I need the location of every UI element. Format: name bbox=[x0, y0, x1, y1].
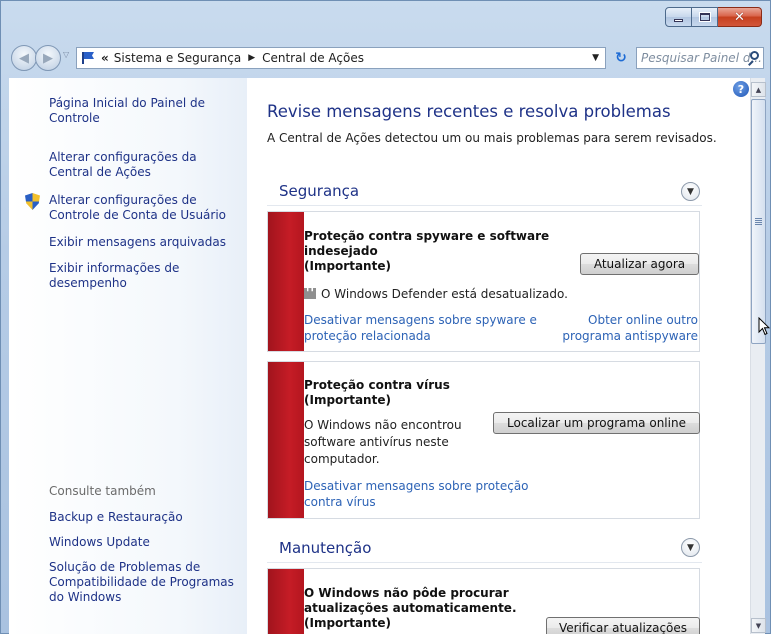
back-button[interactable]: ◀ bbox=[11, 45, 37, 71]
link-line[interactable]: Obter online outro bbox=[562, 312, 698, 328]
card-title-line: (Importante) bbox=[304, 259, 391, 273]
chevron-down-icon: ▼ bbox=[687, 542, 694, 553]
section-title-security: Segurança bbox=[279, 182, 360, 200]
scroll-down-icon[interactable]: ▼ bbox=[751, 618, 766, 633]
uac-shield-icon bbox=[25, 193, 40, 210]
link-line[interactable]: proteção relacionada bbox=[304, 328, 537, 344]
left-task-pane: Página Inicial do Painel de Controle Alt… bbox=[9, 78, 247, 634]
forward-arrow-icon: ▶ bbox=[43, 50, 53, 66]
maximize-icon bbox=[698, 12, 711, 22]
forward-button[interactable]: ▶ bbox=[35, 45, 61, 71]
main-pane: Revise mensagens recentes e resolva prob… bbox=[267, 78, 739, 634]
link-disable-virus-messages[interactable]: Desativar mensagens sobre proteção contr… bbox=[304, 478, 529, 510]
defender-status: O Windows Defender está desatualizado. bbox=[304, 286, 568, 303]
link-line[interactable]: contra vírus bbox=[304, 494, 529, 510]
link-view-performance-info[interactable]: Exibir informações de desempenho bbox=[49, 261, 239, 291]
link-line[interactable]: Desativar mensagens sobre spyware e bbox=[304, 312, 537, 328]
back-arrow-icon: ◀ bbox=[19, 50, 29, 66]
windows-defender-icon bbox=[304, 288, 316, 299]
content-area: Página Inicial do Painel de Controle Alt… bbox=[9, 78, 756, 634]
section-divider bbox=[267, 562, 702, 563]
page-subtitle: A Central de Ações detectou um ou mais p… bbox=[267, 131, 717, 145]
link-windows-update[interactable]: Windows Update bbox=[49, 535, 239, 550]
address-bar[interactable]: « Sistema e Segurança ▶ Central de Ações… bbox=[76, 47, 606, 69]
breadcrumb-overflow[interactable]: « bbox=[101, 51, 109, 65]
link-disable-spyware-messages[interactable]: Desativar mensagens sobre spyware e prot… bbox=[304, 312, 537, 344]
search-placeholder: Pesquisar Painel d... bbox=[641, 51, 762, 65]
scroll-up-icon[interactable]: ▲ bbox=[751, 82, 766, 97]
recent-pages-dropdown-icon[interactable]: ▽ bbox=[63, 50, 69, 59]
text-line: software antivírus neste bbox=[304, 435, 449, 449]
search-icon[interactable] bbox=[746, 51, 760, 66]
page-title: Revise mensagens recentes e resolva prob… bbox=[267, 102, 671, 121]
see-also-heading: Consulte também bbox=[49, 484, 156, 498]
card-title-line: Proteção contra spyware e software bbox=[304, 229, 550, 243]
card-title-line: O Windows não pôde procurar bbox=[304, 586, 509, 600]
minimize-icon bbox=[674, 18, 683, 22]
scrollbar-thumb[interactable] bbox=[751, 99, 766, 344]
link-get-antispyware-online[interactable]: Obter online outro programa antispyware bbox=[562, 312, 698, 344]
action-center-flag-icon bbox=[81, 52, 95, 64]
section-collapse-maintenance-button[interactable]: ▼ bbox=[681, 538, 700, 557]
card-title-line: atualizações automaticamente. bbox=[304, 601, 517, 615]
card-virus-protection: Proteção contra vírus (Importante) Local… bbox=[267, 361, 700, 519]
vertical-scrollbar[interactable]: ▲ ▼ bbox=[750, 78, 766, 634]
caption-buttons: ✕ bbox=[665, 7, 762, 27]
section-title-maintenance: Manutenção bbox=[279, 539, 372, 557]
address-dropdown-icon[interactable]: ▼ bbox=[592, 53, 599, 63]
minimize-button[interactable] bbox=[665, 7, 692, 27]
link-view-archived-messages[interactable]: Exibir mensagens arquivadas bbox=[49, 235, 239, 250]
search-input[interactable]: Pesquisar Painel d... bbox=[636, 47, 764, 69]
chevron-down-icon: ▼ bbox=[687, 186, 694, 197]
card-title: Proteção contra vírus (Importante) bbox=[304, 378, 450, 408]
link-change-uac-settings[interactable]: Alterar configurações de Controle de Con… bbox=[49, 193, 239, 223]
link-change-action-center-settings[interactable]: Alterar configurações da Central de Açõe… bbox=[49, 150, 239, 180]
refresh-button[interactable]: ↻ bbox=[610, 47, 632, 69]
breadcrumb-action-center[interactable]: Central de Ações bbox=[262, 51, 364, 65]
link-control-panel-home[interactable]: Página Inicial do Painel de Controle bbox=[49, 96, 239, 126]
update-now-button[interactable]: Atualizar agora bbox=[580, 253, 699, 275]
virus-status-text: O Windows não encontrou software antivír… bbox=[304, 417, 462, 468]
grip-icon bbox=[755, 218, 762, 225]
window-frame: ✕ ◀ ▶ ▽ « Sistema e Segurança ▶ Central … bbox=[0, 0, 771, 634]
breadcrumb-separator-icon[interactable]: ▶ bbox=[248, 53, 255, 63]
card-title-line: indesejado bbox=[304, 244, 378, 258]
card-title: O Windows não pôde procurar atualizações… bbox=[304, 586, 517, 631]
maximize-button[interactable] bbox=[692, 7, 718, 27]
card-title-line: (Importante) bbox=[304, 393, 391, 407]
link-program-compatibility-troubleshooter[interactable]: Solução de Problemas de Compatibilidade … bbox=[49, 560, 234, 605]
alert-severity-bar bbox=[268, 569, 304, 634]
card-title-line: (Importante) bbox=[304, 616, 391, 630]
link-line[interactable]: programa antispyware bbox=[562, 328, 698, 344]
alert-severity-bar bbox=[268, 362, 304, 518]
breadcrumb-system-security[interactable]: Sistema e Segurança bbox=[114, 51, 241, 65]
card-windows-update-check: O Windows não pôde procurar atualizações… bbox=[267, 568, 700, 634]
link-line[interactable]: Desativar mensagens sobre proteção bbox=[304, 478, 529, 494]
section-divider bbox=[267, 205, 702, 206]
card-spyware-protection: Proteção contra spyware e software indes… bbox=[267, 211, 700, 352]
card-title-line: Proteção contra vírus bbox=[304, 378, 450, 392]
check-for-updates-button[interactable]: Verificar atualizações bbox=[546, 617, 700, 634]
navigation-bar: ◀ ▶ ▽ « Sistema e Segurança ▶ Central de… bbox=[9, 45, 764, 71]
link-backup-restore[interactable]: Backup e Restauração bbox=[49, 510, 239, 525]
card-title: Proteção contra spyware e software indes… bbox=[304, 229, 549, 274]
section-collapse-security-button[interactable]: ▼ bbox=[681, 182, 700, 201]
find-program-online-button[interactable]: Localizar um programa online bbox=[493, 412, 700, 434]
close-icon: ✕ bbox=[734, 9, 745, 25]
mouse-cursor-icon bbox=[758, 317, 770, 336]
help-icon[interactable]: ? bbox=[733, 81, 749, 97]
refresh-icon: ↻ bbox=[615, 50, 627, 66]
close-button[interactable]: ✕ bbox=[718, 7, 762, 27]
status-text: O Windows Defender está desatualizado. bbox=[321, 287, 568, 301]
alert-severity-bar bbox=[268, 212, 304, 351]
text-line: O Windows não encontrou bbox=[304, 418, 462, 432]
text-line: computador. bbox=[304, 452, 380, 466]
